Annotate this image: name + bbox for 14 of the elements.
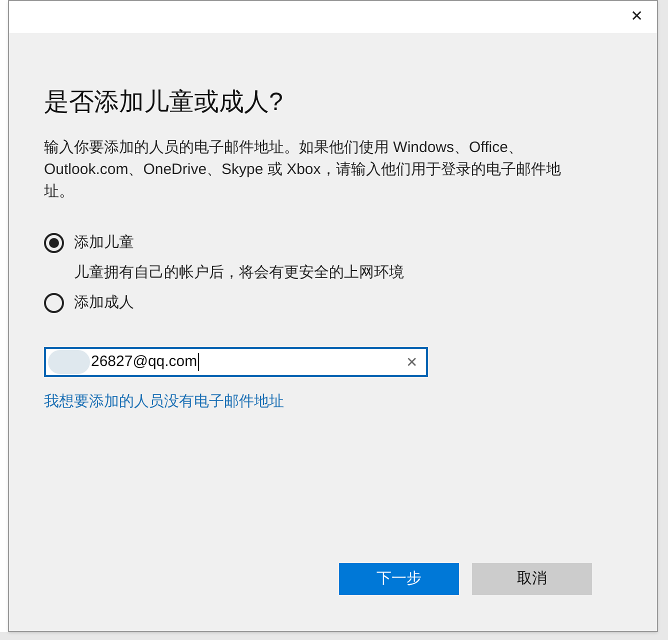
option-label[interactable]: 添加成人 — [74, 292, 134, 314]
clear-button[interactable]: ✕ — [406, 352, 418, 372]
email-field[interactable]: 26827@qq.com ✕ — [44, 347, 428, 377]
radio-button[interactable] — [44, 233, 64, 253]
no-email-link[interactable]: 我想要添加的人员没有电子邮件地址 — [44, 391, 284, 414]
option-label[interactable]: 添加儿童 — [74, 232, 134, 254]
next-button[interactable]: 下一步 — [339, 563, 459, 595]
option-note: 儿童拥有自己的帐户后，将会有更安全的上网环境 — [74, 263, 404, 283]
email-value: 26827@qq.com — [91, 353, 200, 371]
description-text: 输入你要添加的人员的电子邮件地址。如果他们使用 Windows、Office、Outlook.com、OneDrive、Skype 或 Xbox，请输入他们用于登录的电子邮件地址。 — [44, 138, 562, 202]
close-button[interactable]: ✕ — [617, 1, 657, 33]
radio-button[interactable] — [44, 293, 64, 313]
cancel-button[interactable]: 取消 — [472, 563, 592, 595]
dialog-title: 是否添加儿童或成人? — [44, 87, 283, 118]
